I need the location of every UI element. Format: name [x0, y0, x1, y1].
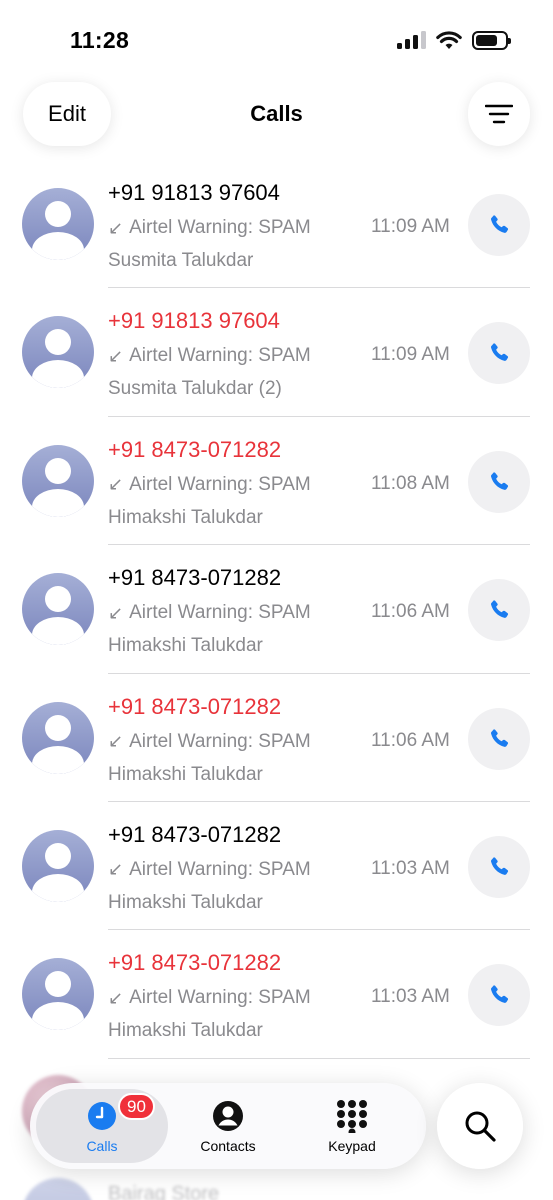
call-list: +91 91813 97604 ↙ Airtel Warning: SPAM S… [0, 160, 553, 1059]
caller-number: +91 8473-071282 [108, 436, 282, 462]
call-time: 11:09 AM [371, 216, 450, 237]
caller-name: Susmita Talukdar (2) [108, 378, 282, 400]
spam-label: Airtel Warning: SPAM [129, 730, 311, 752]
status-icons [397, 30, 511, 50]
call-back-button[interactable] [468, 194, 530, 256]
incoming-arrow-icon: ↙ [108, 731, 124, 752]
tab-contacts-label: Contacts [200, 1137, 256, 1154]
call-label-line: ↙ Airtel Warning: SPAM [108, 602, 311, 624]
filter-icon [485, 104, 513, 124]
search-icon [465, 1111, 496, 1142]
spam-label: Airtel Warning: SPAM [129, 217, 311, 238]
contact-avatar-icon [22, 1178, 94, 1200]
contact-avatar-icon [22, 188, 94, 260]
call-label-line: ↙ Airtel Warning: SPAM [108, 345, 311, 367]
caller-number: +91 8473-071282 [108, 950, 282, 976]
call-row[interactable]: +91 91813 97604 ↙ Airtel Warning: SPAM S… [0, 160, 553, 289]
call-label-line: ↙ Airtel Warning: SPAM [108, 859, 311, 881]
tab-calls[interactable]: Calls 90 [36, 1089, 168, 1163]
call-label-line: ↙ Airtel Warning: SPAM [108, 474, 311, 496]
contact-avatar-icon [22, 316, 94, 389]
keypad-icon [335, 1099, 369, 1133]
call-back-button[interactable] [468, 835, 530, 898]
incoming-arrow-icon: ↙ [108, 345, 124, 366]
phone-icon [491, 600, 509, 619]
spam-label: Airtel Warning: SPAM [129, 987, 311, 1009]
caller-name: Himakshi Talukdar [108, 506, 263, 528]
phone-icon [491, 985, 509, 1004]
person-circle-icon [211, 1099, 245, 1133]
contact-avatar-icon [22, 958, 94, 1031]
call-time: 11:03 AM [371, 857, 450, 879]
call-label-line: ↙ Airtel Warning: SPAM [108, 731, 311, 753]
incoming-arrow-icon: ↙ [108, 474, 124, 495]
call-back-button[interactable] [468, 579, 530, 642]
battery-icon [472, 30, 511, 50]
spam-label: Airtel Warning: SPAM [129, 473, 311, 495]
caller-name: Himakshi Talukdar [108, 635, 263, 657]
spam-label: Airtel Warning: SPAM [129, 858, 311, 880]
contact-avatar-icon [22, 444, 94, 517]
incoming-arrow-icon: ↙ [108, 987, 124, 1008]
caller-number: +91 91813 97604 [108, 308, 280, 334]
phone-icon [491, 728, 509, 747]
incoming-arrow-icon: ↙ [108, 217, 124, 238]
spam-label: Airtel Warning: SPAM [129, 345, 311, 367]
filter-button[interactable] [468, 82, 530, 146]
contact-avatar-icon [22, 701, 94, 774]
contact-avatar-icon [22, 573, 94, 646]
wifi-icon [436, 31, 462, 49]
incoming-arrow-icon: ↙ [108, 859, 124, 880]
caller-number: +91 8473-071282 [108, 693, 282, 719]
tab-calls-label: Calls [86, 1137, 118, 1154]
tab-keypad-label: Keypad [328, 1137, 376, 1154]
tab-bar: Calls 90 Contacts Keypad [30, 1083, 426, 1169]
call-row[interactable]: +91 8473-071282 ↙ Airtel Warning: SPAM H… [0, 545, 553, 674]
tab-keypad[interactable]: Keypad [288, 1089, 416, 1163]
call-time: 11:06 AM [371, 729, 450, 751]
call-back-button[interactable] [468, 450, 530, 513]
caller-name: Himakshi Talukdar [108, 891, 263, 913]
call-row[interactable]: +91 8473-071282 ↙ Airtel Warning: SPAM H… [0, 417, 553, 546]
caller-number: +91 8473-071282 [108, 821, 282, 847]
phone-icon [491, 343, 509, 362]
contact-avatar-icon [22, 829, 94, 902]
spam-label: Airtel Warning: SPAM [129, 602, 311, 624]
missed-calls-badge: 90 [118, 1093, 155, 1120]
incoming-arrow-icon: ↙ [108, 602, 124, 623]
call-row[interactable]: +91 8473-071282 ↙ Airtel Warning: SPAM H… [0, 802, 553, 931]
call-row[interactable]: +91 8473-071282 ↙ Airtel Warning: SPAM H… [0, 930, 553, 1059]
phone-icon [491, 857, 509, 875]
caller-name: Susmita Talukdar [108, 250, 254, 271]
call-back-button[interactable] [468, 707, 530, 770]
phone-icon [491, 215, 509, 233]
status-bar: 11:28 [0, 0, 553, 80]
call-back-button[interactable] [468, 322, 530, 385]
call-label-line: ↙ Airtel Warning: SPAM [108, 987, 311, 1009]
status-time: 11:28 [70, 27, 130, 53]
call-back-button[interactable] [468, 964, 530, 1027]
tab-contacts[interactable]: Contacts [172, 1089, 284, 1163]
call-time: 11:06 AM [371, 601, 450, 623]
cellular-signal-icon [397, 31, 426, 49]
caller-name: Bairag Store [108, 1183, 220, 1200]
caller-number: +91 8473-071282 [108, 565, 282, 591]
call-time: 11:08 AM [371, 472, 450, 494]
row-divider [108, 1057, 530, 1059]
clock-icon [85, 1099, 119, 1133]
call-time: 11:03 AM [371, 986, 450, 1008]
caller-name: Himakshi Talukdar [108, 763, 263, 785]
call-row[interactable]: +91 8473-071282 ↙ Airtel Warning: SPAM H… [0, 674, 553, 802]
search-button[interactable] [437, 1083, 523, 1169]
call-row[interactable]: +91 91813 97604 ↙ Airtel Warning: SPAM S… [0, 288, 553, 417]
call-time: 11:09 AM [371, 344, 450, 366]
call-label-line: ↙ Airtel Warning: SPAM [108, 217, 311, 239]
caller-name: Himakshi Talukdar [108, 1020, 263, 1042]
phone-icon [491, 472, 509, 490]
caller-number: +91 91813 97604 [108, 180, 280, 205]
header: Edit Calls [0, 82, 553, 148]
